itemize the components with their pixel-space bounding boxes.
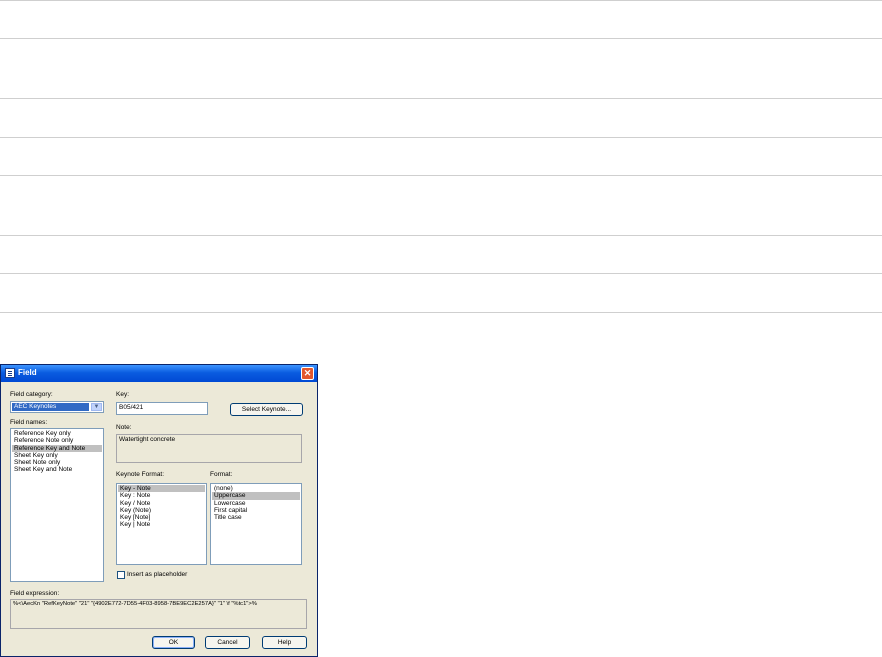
- dialog-title: Field: [18, 368, 37, 377]
- list-item[interactable]: Uppercase: [212, 492, 300, 500]
- list-item[interactable]: Title case: [212, 514, 300, 521]
- field-dialog: Field ✕ Field category: AEC Keynotes ▼ F…: [0, 364, 318, 657]
- list-item[interactable]: Key - Note: [118, 485, 205, 493]
- table-rule: [0, 175, 882, 176]
- list-item[interactable]: (none): [212, 485, 300, 492]
- close-icon[interactable]: ✕: [301, 367, 314, 380]
- format-list[interactable]: (none) Uppercase Lowercase First capital Tit…: [210, 483, 302, 565]
- list-item[interactable]: Sheet Key only: [12, 452, 102, 459]
- field-names-label: Field names:: [10, 419, 48, 426]
- list-item[interactable]: Key | Note: [118, 521, 205, 528]
- field-names-list[interactable]: Reference Key only Reference Note only Ref…: [10, 428, 104, 582]
- field-category-label: Field category:: [10, 391, 53, 398]
- list-item[interactable]: First capital: [212, 507, 300, 514]
- list-item[interactable]: Sheet Key and Note: [12, 466, 102, 473]
- insert-placeholder-checkbox[interactable]: [117, 571, 125, 579]
- keynote-format-label: Keynote Format:: [116, 471, 165, 478]
- list-item[interactable]: Reference Note only: [12, 437, 102, 444]
- list-item[interactable]: Key [Note]: [118, 514, 205, 521]
- select-keynote-button[interactable]: Select Keynote...: [230, 403, 303, 416]
- list-item[interactable]: Lowercase: [212, 500, 300, 507]
- list-item[interactable]: Key : Note: [118, 492, 205, 499]
- list-item[interactable]: Sheet Note only: [12, 459, 102, 466]
- list-item[interactable]: Key / Note: [118, 500, 205, 507]
- keynote-format-list[interactable]: Key - Note Key : Note Key / Note Key (Note)…: [116, 483, 207, 565]
- note-label: Note:: [116, 424, 132, 431]
- cancel-button[interactable]: Cancel: [205, 636, 250, 649]
- key-field[interactable]: B05/421: [116, 402, 208, 415]
- key-label: Key:: [116, 391, 130, 398]
- field-expression-field: %<\AecKn "RefKeyNote" "21" "{4902E772-7D…: [10, 599, 307, 629]
- ok-button[interactable]: OK: [152, 636, 195, 649]
- note-field: Watertight concrete: [116, 434, 302, 463]
- table-rule: [0, 235, 882, 236]
- table-rule: [0, 312, 882, 313]
- field-app-icon: [5, 368, 15, 378]
- list-item[interactable]: Key (Note): [118, 507, 205, 514]
- list-item[interactable]: Reference Key and Note: [12, 444, 102, 452]
- table-rule: [0, 98, 882, 99]
- table-rule: [0, 273, 882, 274]
- help-button[interactable]: Help: [262, 636, 307, 649]
- field-category-value: AEC Keynotes: [12, 403, 89, 411]
- table-rule: [0, 0, 882, 1]
- table-rule: [0, 137, 882, 138]
- format-label: Format:: [210, 471, 233, 478]
- dialog-titlebar[interactable]: Field ✕: [1, 365, 317, 382]
- table-rule: [0, 38, 882, 39]
- list-item[interactable]: Reference Key only: [12, 430, 102, 437]
- chevron-down-icon[interactable]: ▼: [91, 403, 102, 411]
- field-category-select[interactable]: AEC Keynotes ▼: [10, 401, 104, 413]
- field-expression-label: Field expression:: [10, 590, 60, 597]
- insert-placeholder-label[interactable]: Insert as placeholder: [127, 571, 187, 578]
